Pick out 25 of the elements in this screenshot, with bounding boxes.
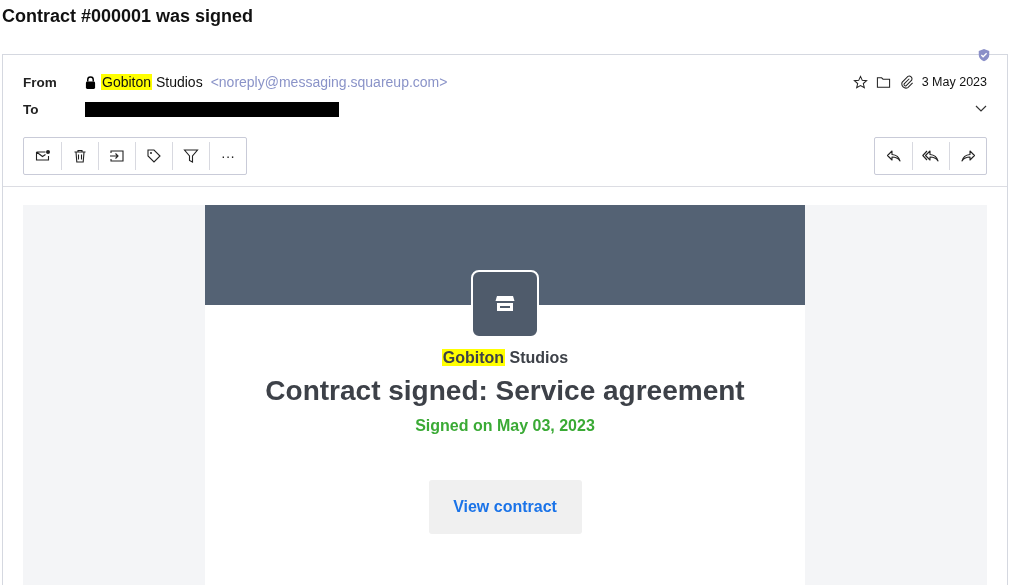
to-label: To: [23, 101, 40, 117]
email-date: 3 May 2023: [921, 75, 987, 89]
forward-arrow-icon: [960, 148, 976, 164]
business-name: Gobiton Studios: [441, 349, 569, 367]
store-logo-icon: [471, 270, 539, 338]
envelope-icon: [34, 148, 51, 164]
trash-icon: [72, 148, 88, 164]
contract-heading: Contract signed: Service agreement: [265, 375, 745, 407]
folder-icon[interactable]: [875, 74, 891, 90]
view-contract-button[interactable]: View contract: [428, 480, 582, 534]
tag-icon: [146, 148, 162, 164]
sender-email: <noreply@messaging.squareup.com>: [210, 74, 448, 90]
reply-arrow-icon: [885, 148, 902, 164]
chevron-down-icon[interactable]: [975, 105, 987, 113]
move-to-icon: [109, 148, 125, 164]
signed-date: Signed on May 03, 2023: [415, 417, 595, 435]
more-button[interactable]: ···: [209, 142, 246, 170]
email-subject: Contract #000001 was signed: [1, 5, 255, 28]
shield-check-icon: [977, 47, 991, 63]
from-label: From: [23, 74, 58, 90]
star-icon[interactable]: [852, 74, 868, 90]
paperclip-icon[interactable]: [898, 74, 914, 90]
filter-icon: [183, 148, 199, 164]
lock-icon: [85, 75, 96, 89]
reply-all-arrow-icon: [922, 148, 940, 164]
